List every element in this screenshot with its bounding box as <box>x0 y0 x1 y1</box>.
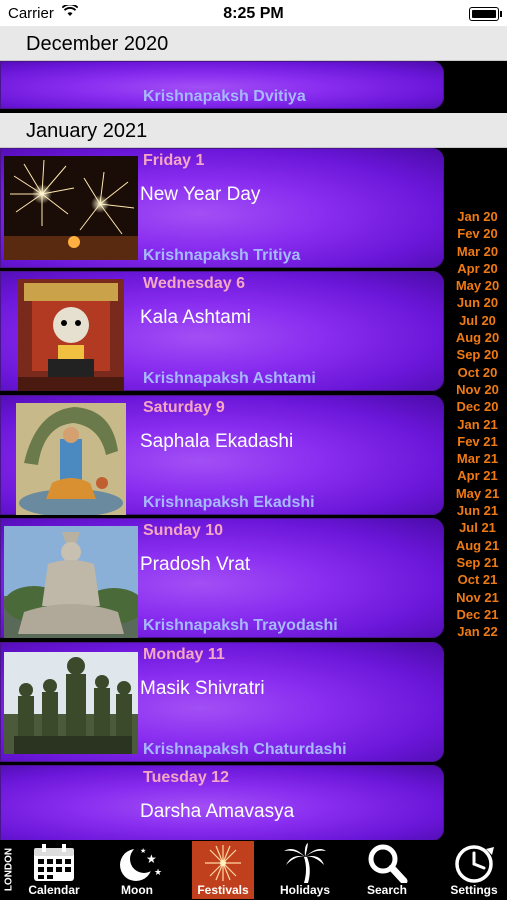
month-index-item[interactable]: Sep 20 <box>448 346 507 363</box>
event-card[interactable]: Monday 11 Masik Shivratri Krishnapaksh C… <box>0 642 444 762</box>
month-title: January 2021 <box>26 120 148 142</box>
tab-calendar[interactable]: Calendar <box>22 841 86 899</box>
shiva-statue-image <box>4 526 144 638</box>
event-title: Saphala Ekadashi <box>140 431 294 452</box>
month-header-january: January 2021 <box>0 113 507 148</box>
month-index-item[interactable]: Nov 21 <box>448 589 507 606</box>
month-index-item[interactable]: Apr 20 <box>448 260 507 277</box>
status-bar: Carrier 8:25 PM <box>0 0 507 27</box>
palm-tree-icon <box>274 843 336 883</box>
month-index-item[interactable]: Oct 20 <box>448 364 507 381</box>
event-card[interactable]: Sunday 10 Pradosh Vrat Krishnapaksh Tray… <box>0 518 444 638</box>
month-index-item[interactable]: May 20 <box>448 277 507 294</box>
event-card[interactable]: Tuesday 12 Darsha Amavasya <box>0 765 444 841</box>
month-index-item[interactable]: Jan 20 <box>448 208 507 225</box>
event-title: New Year Day <box>140 184 261 205</box>
paksh-label: Krishnapaksh Dvitiya <box>143 88 306 105</box>
clock-icon <box>442 843 506 883</box>
svg-text:★: ★ <box>140 847 146 855</box>
paksh-label: Krishnapaksh Tritiya <box>143 247 301 264</box>
month-index-item[interactable]: Mar 20 <box>448 243 507 260</box>
paksh-label: Krishnapaksh Trayodashi <box>143 617 338 634</box>
month-index-item[interactable]: Apr 21 <box>448 467 507 484</box>
month-index-item[interactable]: Jul 20 <box>448 312 507 329</box>
event-date: Sunday 10 <box>143 522 224 539</box>
tab-festivals[interactable]: Festivals <box>192 841 254 899</box>
event-card[interactable]: Krishnapaksh Dvitiya <box>0 61 444 109</box>
deity-image <box>18 279 124 391</box>
month-index-item[interactable]: Fev 20 <box>448 225 507 242</box>
month-index-item[interactable]: Jan 22 <box>448 623 507 640</box>
battery-icon <box>469 7 502 21</box>
month-header-december: December 2020 <box>0 26 507 61</box>
month-index-item[interactable]: Jun 20 <box>448 294 507 311</box>
month-index-item[interactable]: May 21 <box>448 485 507 502</box>
event-date: Wednesday 6 <box>143 275 245 292</box>
tab-label: Moon <box>121 883 153 897</box>
svg-text:★: ★ <box>146 852 157 866</box>
tab-search[interactable]: Search <box>356 841 418 899</box>
month-index-item[interactable]: Nov 20 <box>448 381 507 398</box>
month-index-item[interactable]: Fev 21 <box>448 433 507 450</box>
month-index-item[interactable]: Aug 21 <box>448 537 507 554</box>
month-index-item[interactable]: Jul 21 <box>448 519 507 536</box>
event-date: Saturday 9 <box>143 399 225 416</box>
month-index-item[interactable]: Sep 21 <box>448 554 507 571</box>
month-index-item[interactable]: Mar 21 <box>448 450 507 467</box>
month-index-item[interactable]: Jun 21 <box>448 502 507 519</box>
event-date: Tuesday 12 <box>143 769 229 786</box>
paksh-label: Krishnapaksh Chaturdashi <box>143 741 347 758</box>
moon-icon: ★ ★ ★ <box>106 843 168 883</box>
tab-holidays[interactable]: Holidays <box>274 841 336 899</box>
month-index-item[interactable]: Dec 20 <box>448 398 507 415</box>
search-icon <box>356 843 418 885</box>
event-card[interactable]: Saturday 9 Saphala Ekadashi Krishnapaksh… <box>0 395 444 515</box>
month-index-item[interactable]: Jan 21 <box>448 416 507 433</box>
fireworks-image <box>4 156 138 260</box>
tab-label: Settings <box>450 883 498 897</box>
month-index-item[interactable]: Aug 20 <box>448 329 507 346</box>
event-title: Pradosh Vrat <box>140 554 251 575</box>
month-title: December 2020 <box>26 33 169 55</box>
tab-settings[interactable]: Settings <box>442 841 506 899</box>
month-index-item[interactable]: Oct 21 <box>448 571 507 588</box>
event-title: Kala Ashtami <box>140 307 251 328</box>
paksh-label: Krishnapaksh Ekadshi <box>143 494 315 511</box>
event-date: Monday 11 <box>143 646 225 663</box>
location-label: LONDON <box>3 847 15 892</box>
vishnu-image <box>16 403 126 515</box>
event-card[interactable]: Friday 1 New Year Day Krishnapaksh Triti… <box>0 148 444 268</box>
tab-moon[interactable]: ★ ★ ★ Moon <box>106 841 168 899</box>
month-index-item[interactable]: Dec 21 <box>448 606 507 623</box>
paksh-label: Krishnapaksh Ashtami <box>143 370 316 387</box>
clock-time: 8:25 PM <box>223 5 284 22</box>
tab-label: Festivals <box>197 883 249 897</box>
svg-text:★: ★ <box>154 868 162 878</box>
event-title: Masik Shivratri <box>140 678 265 699</box>
soldiers-image <box>4 652 138 756</box>
event-title: Darsha Amavasya <box>140 801 295 822</box>
month-index: Jan 20 Fev 20 Mar 20 Apr 20 May 20 Jun 2… <box>448 208 507 640</box>
event-date: Friday 1 <box>143 152 205 169</box>
event-card[interactable]: Wednesday 6 Kala Ashtami Krishnapaksh As… <box>0 271 444 391</box>
fireworks-icon <box>192 843 254 883</box>
tab-label: Search <box>366 883 408 897</box>
tab-label: Calendar <box>28 883 80 897</box>
calendar-icon <box>22 843 86 883</box>
tab-label: Holidays <box>279 883 330 897</box>
